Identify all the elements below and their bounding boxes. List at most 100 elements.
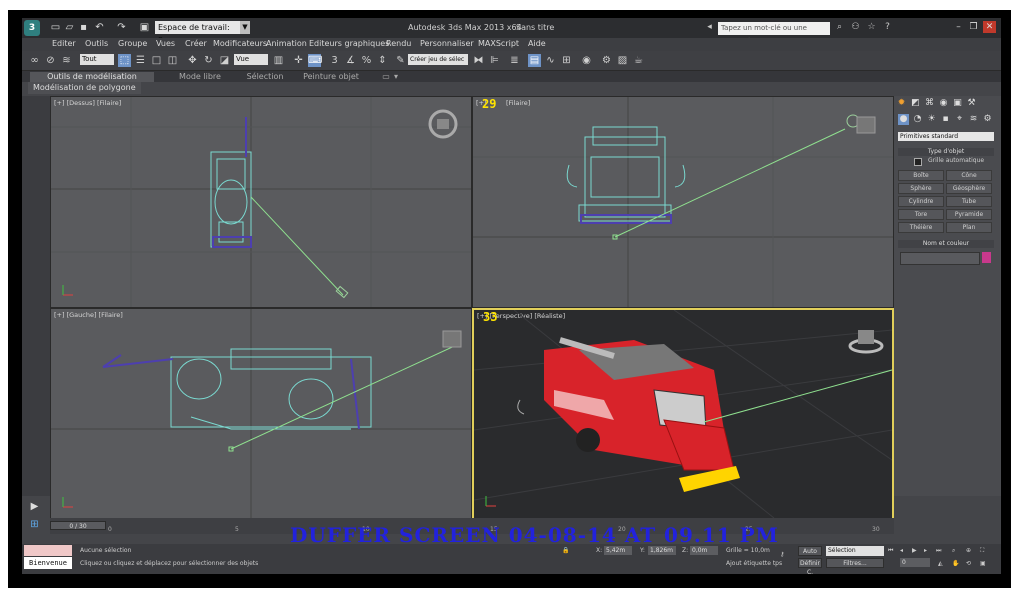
geometry-icon[interactable]: ● bbox=[898, 114, 909, 125]
key-filters-button[interactable]: Filtres... bbox=[826, 558, 884, 568]
prim-cone-button[interactable]: Cône bbox=[946, 170, 992, 181]
play-animation-icon[interactable]: ▶ bbox=[912, 547, 917, 554]
object-color-swatch[interactable] bbox=[982, 252, 991, 263]
link-icon[interactable]: ∞ bbox=[28, 54, 41, 67]
orbit-icon[interactable]: ⟲ bbox=[966, 560, 971, 567]
move-icon[interactable]: ✥ bbox=[186, 54, 199, 67]
layer-manager-icon[interactable]: ≣ bbox=[508, 54, 521, 67]
help-search-input[interactable]: Tapez un mot-clé ou une expression bbox=[718, 22, 830, 45]
prim-torus-button[interactable]: Tore bbox=[898, 209, 944, 220]
key-icon[interactable]: ⚷ bbox=[780, 551, 784, 558]
spinner-snap-icon[interactable]: ⇕ bbox=[376, 54, 389, 67]
play-icon[interactable]: ▶ bbox=[28, 500, 41, 513]
star-icon[interactable]: ☆ bbox=[866, 22, 877, 33]
pan-icon[interactable]: ✋ bbox=[952, 560, 959, 567]
workspace-dropdown[interactable]: Espace de travail: Par bbox=[155, 21, 240, 45]
cameras-icon[interactable]: ▪ bbox=[940, 114, 951, 125]
prev-frame-icon[interactable]: ◂ bbox=[900, 547, 903, 554]
selection-filter-dropdown[interactable]: Tout bbox=[80, 54, 114, 65]
unlink-icon[interactable]: ⊘ bbox=[44, 54, 57, 67]
menu-editer[interactable]: Editer bbox=[52, 39, 76, 48]
camera-icon[interactable] bbox=[517, 399, 525, 415]
auto-key-button[interactable]: Auto bbox=[798, 546, 822, 556]
key-mode-dropdown[interactable]: Sélection bbox=[826, 546, 884, 556]
lights-icon[interactable]: ☀ bbox=[926, 114, 937, 125]
hierarchy-tab-icon[interactable]: ⌘ bbox=[924, 98, 935, 109]
prim-pyramid-button[interactable]: Pyramide bbox=[946, 209, 992, 220]
prim-tube-button[interactable]: Tube bbox=[946, 196, 992, 207]
edit-named-sel-icon[interactable]: ✎ bbox=[394, 54, 407, 67]
menu-vues[interactable]: Vues bbox=[156, 39, 175, 48]
infocenter-arrow-icon[interactable]: ◂ bbox=[704, 22, 715, 33]
scale-icon[interactable]: ◪ bbox=[218, 54, 231, 67]
ribbon-panel-polygon-modeling[interactable]: Modélisation de polygone bbox=[28, 82, 141, 94]
named-selection-dropdown[interactable]: Créer jeu de sélec bbox=[408, 54, 468, 65]
render-production-icon[interactable]: ☕ bbox=[632, 54, 645, 67]
menu-outils[interactable]: Outils bbox=[85, 39, 108, 48]
minimize-icon[interactable]: – bbox=[952, 21, 965, 33]
chevron-down-icon[interactable]: ▾ bbox=[392, 72, 400, 82]
rollout-object-type[interactable]: Type d'objet bbox=[898, 148, 994, 156]
new-file-icon[interactable]: ▭ bbox=[50, 22, 61, 33]
graphite-toggle-icon[interactable]: ▤ bbox=[528, 54, 541, 67]
save-icon[interactable]: ▪ bbox=[78, 22, 89, 33]
motion-tab-icon[interactable]: ◉ bbox=[938, 98, 949, 109]
menu-aide[interactable]: Aide bbox=[528, 39, 546, 48]
bind-spacewarp-icon[interactable]: ≋ bbox=[60, 54, 73, 67]
zoom-extents-icon[interactable]: ⛶ bbox=[980, 547, 984, 555]
render-setup-icon[interactable]: ⚙ bbox=[600, 54, 613, 67]
rotate-icon[interactable]: ↻ bbox=[202, 54, 215, 67]
helpers-icon[interactable]: ⌖ bbox=[954, 114, 965, 125]
viewport-left[interactable]: [+] [Gauche] [Filaire] bbox=[50, 308, 472, 520]
autogrid-checkbox[interactable] bbox=[914, 158, 922, 166]
redo-icon[interactable]: ↷ bbox=[116, 22, 127, 33]
camera-icon[interactable] bbox=[442, 330, 462, 348]
zoom-all-icon[interactable]: ⊕ bbox=[966, 547, 971, 554]
x-coord-field[interactable]: 5,42m bbox=[604, 546, 632, 555]
project-icon[interactable]: ▣ bbox=[139, 22, 150, 33]
maximize-icon[interactable]: ❐ bbox=[967, 21, 980, 33]
set-key-button[interactable]: Définir C. bbox=[798, 558, 822, 574]
prim-geosphere-button[interactable]: Géosphère bbox=[946, 183, 992, 194]
align-icon[interactable]: ⊫ bbox=[488, 54, 501, 67]
spacewarps-icon[interactable]: ≋ bbox=[968, 114, 979, 125]
fov-icon[interactable]: ◭ bbox=[938, 560, 943, 567]
ribbon-options-icon[interactable]: ▭ bbox=[380, 72, 392, 82]
mirror-icon[interactable]: ⧓ bbox=[472, 54, 485, 67]
z-coord-field[interactable]: 0,0m bbox=[690, 546, 718, 555]
curve-editor-icon[interactable]: ∿ bbox=[544, 54, 557, 67]
shapes-icon[interactable]: ◔ bbox=[912, 114, 923, 125]
maximize-viewport-icon[interactable]: ▣ bbox=[980, 560, 986, 567]
menu-maxscript[interactable]: MAXScript bbox=[478, 39, 519, 48]
maxscript-listener[interactable] bbox=[24, 545, 72, 556]
object-name-input[interactable] bbox=[900, 252, 980, 265]
prim-cylinder-button[interactable]: Cylindre bbox=[898, 196, 944, 207]
app-logo-icon[interactable]: 3 bbox=[24, 20, 40, 36]
goto-start-icon[interactable]: ⏮ bbox=[888, 547, 893, 555]
viewport-perspective[interactable]: [+] [Perspective] [Réaliste] 33 bbox=[472, 308, 894, 520]
menu-groupe[interactable]: Groupe bbox=[118, 39, 147, 48]
viewport-layout-icon[interactable]: ⊞ bbox=[28, 518, 41, 531]
menu-modificateurs[interactable]: Modificateurs bbox=[213, 39, 267, 48]
zoom-icon[interactable]: ⌕ bbox=[952, 547, 955, 555]
prim-sphere-button[interactable]: Sphère bbox=[898, 183, 944, 194]
ref-coord-dropdown[interactable]: Vue bbox=[234, 54, 268, 65]
select-by-name-icon[interactable]: ☰ bbox=[134, 54, 147, 67]
prim-teapot-button[interactable]: Théière bbox=[898, 222, 944, 233]
menu-rendu[interactable]: Rendu bbox=[386, 39, 411, 48]
prim-box-button[interactable]: Boîte bbox=[898, 170, 944, 181]
viewcube-top-icon[interactable] bbox=[428, 109, 458, 139]
select-manipulate-icon[interactable]: ✛ bbox=[292, 54, 305, 67]
display-tab-icon[interactable]: ▣ bbox=[952, 98, 963, 109]
current-frame-field[interactable]: 0 bbox=[900, 558, 930, 567]
goto-end-icon[interactable]: ⏭ bbox=[936, 547, 941, 555]
tab-selection[interactable]: Sélection bbox=[240, 72, 290, 82]
open-file-icon[interactable]: ▱ bbox=[64, 22, 75, 33]
viewport-front[interactable]: [+] [Filaire] 29 bbox=[472, 96, 894, 308]
category-dropdown[interactable]: Primitives standard bbox=[898, 132, 994, 141]
pivot-icon[interactable]: ▥ bbox=[272, 54, 285, 67]
community-icon[interactable]: ⚇ bbox=[850, 22, 861, 33]
menu-creer[interactable]: Créer bbox=[185, 39, 207, 48]
utilities-tab-icon[interactable]: ⚒ bbox=[966, 98, 977, 109]
viewport-top[interactable]: [+] [Dessus] [Filaire] bbox=[50, 96, 472, 308]
